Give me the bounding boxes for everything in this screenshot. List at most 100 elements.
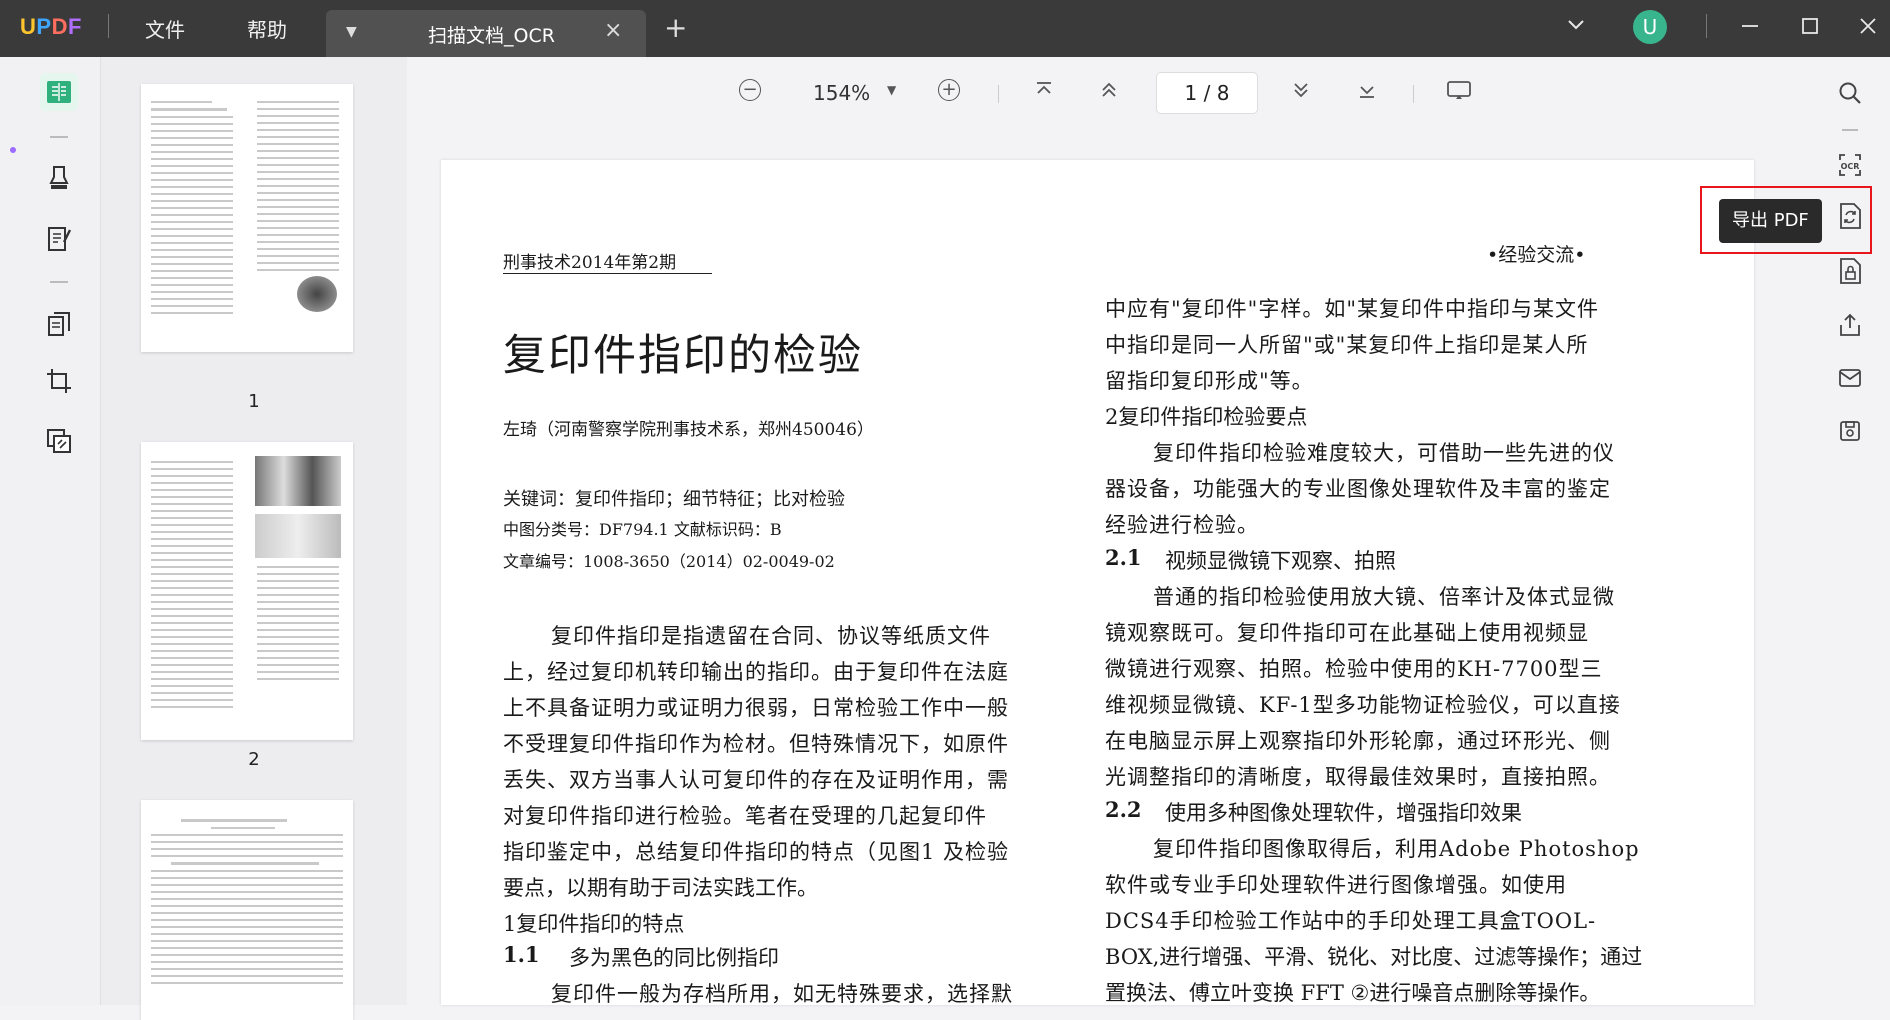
ocr-icon[interactable]: OCR: [1836, 151, 1864, 179]
section-heading: 视频显微镜下观察、拍照: [1165, 549, 1396, 573]
thumbnail-label: 2: [248, 749, 260, 770]
section-heading: 1复印件指印的特点: [503, 912, 685, 936]
body-text-line: 维视频显微镜、KF-1型多功能物证检验仪，可以直接: [1105, 693, 1621, 717]
tab-close-icon[interactable]: ×: [604, 18, 622, 43]
body-text-line: 经验进行检验。: [1105, 513, 1259, 537]
body-text-line: 复印件指印检验难度较大，可借助一些先进的仪: [1153, 441, 1615, 465]
toolbar-divider: [50, 136, 68, 138]
close-window-icon[interactable]: [1858, 16, 1878, 41]
next-page-icon[interactable]: [1290, 79, 1312, 106]
logo-letter: U: [20, 14, 37, 39]
section-number: 2.2: [1105, 797, 1142, 822]
body-text-line: 器设备，功能强大的专业图像处理软件及丰富的鉴定: [1105, 477, 1611, 501]
body-text-line: 留指印复印形成"等。: [1105, 369, 1314, 393]
document-tab[interactable]: ▼ 扫描文档_OCR ×: [326, 10, 646, 57]
minimize-icon[interactable]: [1740, 16, 1760, 41]
body-text-line: 上不具备证明力或证明力很弱，日常检验工作中一般: [503, 696, 1009, 720]
zoom-dropdown-icon[interactable]: ▼: [887, 83, 896, 97]
body-text-line: DCS4手印检验工作站中的手印处理工具盒TOOL-: [1105, 909, 1597, 933]
section-number: 1.1: [503, 942, 540, 967]
body-text-line: 软件或专业手印处理软件进行图像增强。如使用: [1105, 873, 1567, 897]
body-text-line: 普通的指印检验使用放大镜、倍率计及体式显微: [1153, 585, 1615, 609]
article-number: 文章编号：1008-3650（2014）02-0049-02: [503, 552, 835, 571]
section-number: 2.1: [1105, 545, 1142, 570]
pdf-page: 刑事技术2014年第2期 •经验交流• 复印件指印的检验 左琦（河南警察学院刑事…: [441, 160, 1754, 1006]
edit-pdf-icon[interactable]: [40, 220, 78, 258]
body-text-line: 不受理复印件指印作为检材。但特殊情况下，如原件: [503, 732, 1009, 756]
logo-letter: F: [67, 14, 82, 39]
zoom-out-icon[interactable]: −: [739, 79, 761, 101]
search-icon[interactable]: [1836, 79, 1864, 107]
logo-letter: D: [51, 14, 68, 39]
thumbnail-panel: 1 2: [101, 57, 407, 1020]
body-text-line: 在电脑显示屏上观察指印外形轮廓，通过环形光、侧: [1105, 729, 1611, 753]
reader-mode-icon[interactable]: [40, 73, 78, 111]
left-toolbar: [0, 57, 101, 1005]
new-tab-icon[interactable]: +: [664, 14, 687, 42]
section-heading: 使用多种图像处理软件，增强指印效果: [1165, 801, 1522, 825]
title-separator: [108, 14, 109, 38]
body-text-line: 镜观察既可。复印件指印可在此基础上使用视频显: [1105, 621, 1589, 645]
tab-dropdown-icon[interactable]: ▼: [346, 24, 357, 40]
menu-help[interactable]: 帮助: [247, 14, 287, 43]
thumbnail-label: 1: [248, 391, 260, 412]
comment-highlighter-icon[interactable]: [40, 159, 78, 197]
toolbar-divider: [1842, 129, 1858, 131]
body-text-line: 光调整指印的清晰度，取得最佳效果时，直接拍照。: [1105, 765, 1611, 789]
body-text-line: 丢失、双方当事人认可复印件的存在及证明作用，需: [503, 768, 1009, 792]
page-tools-icon[interactable]: [40, 422, 78, 460]
body-text-line: 上，经过复印机转印输出的指印。由于复印件在法庭: [503, 660, 1009, 684]
avatar[interactable]: U: [1633, 10, 1667, 44]
tab-title: 扫描文档_OCR: [428, 25, 555, 47]
journal-header: 刑事技术2014年第2期: [503, 248, 713, 274]
title-bar: UPDF 文件 帮助 ▼ 扫描文档_OCR × + U: [0, 0, 1890, 57]
section-heading: 2复印件指印检验要点: [1105, 405, 1308, 429]
article-keywords: 关键词：复印件指印；细节特征；比对检验: [503, 489, 845, 510]
zoom-in-icon[interactable]: +: [938, 79, 960, 101]
body-text-line: 置换法、傅立叶变换 FFT ②进行噪音点删除等操作。: [1105, 981, 1601, 1005]
app-logo: UPDF: [20, 14, 82, 40]
body-text-line: 复印件一般为存档所用，如无特殊要求，选择默: [551, 982, 1013, 1006]
section-heading: 多为黑色的同比例指印: [569, 946, 779, 970]
share-icon[interactable]: [1836, 311, 1864, 339]
active-indicator: [10, 147, 16, 153]
body-text-line: 微镜进行观察、拍照。检验中使用的KH-7700型三: [1105, 657, 1603, 681]
organize-pages-icon[interactable]: [40, 305, 78, 343]
toolbar-divider: [50, 281, 68, 283]
body-text-line: 中指印是同一人所留"或"某复印件上指印是某人所: [1105, 333, 1589, 357]
chevron-down-icon[interactable]: [1566, 14, 1586, 39]
presentation-icon[interactable]: [1446, 79, 1472, 108]
article-author: 左琦（河南警察学院刑事技术系，郑州450046）: [503, 420, 874, 440]
article-classification: 中图分类号：DF794.1 文献标识码：B: [503, 520, 782, 539]
menu-file[interactable]: 文件: [145, 14, 185, 43]
email-icon[interactable]: [1836, 364, 1864, 392]
last-page-icon[interactable]: [1356, 79, 1378, 106]
body-text-line: 要点，以期有助于司法实践工作。: [503, 876, 818, 900]
body-text-line: 复印件指印图像取得后，利用Adobe Photoshop: [1153, 837, 1640, 861]
page-number-input[interactable]: 1 / 8: [1156, 72, 1258, 114]
view-toolbar: − 154% ▼ + 1 / 8: [408, 57, 1808, 135]
page-thumbnail[interactable]: [141, 84, 353, 352]
protect-pdf-icon[interactable]: [1836, 257, 1864, 285]
first-page-icon[interactable]: [1033, 79, 1055, 106]
logo-letter: P: [36, 14, 52, 39]
title-separator: [1706, 14, 1707, 38]
zoom-level[interactable]: 154%: [813, 81, 870, 105]
article-title: 复印件指印的检验: [503, 331, 863, 381]
previous-page-icon[interactable]: [1098, 79, 1120, 106]
body-text-line: 对复印件指印进行检验。笔者在受理的几起复印件: [503, 804, 987, 828]
toolbar-divider: [1413, 85, 1414, 103]
maximize-icon[interactable]: [1800, 16, 1820, 41]
body-text-line: 中应有"复印件"字样。如"某复印件中指印与某文件: [1105, 297, 1599, 321]
body-text-line: 指印鉴定中，总结复印件指印的特点（见图1 及检验: [503, 840, 1010, 864]
save-icon[interactable]: [1836, 417, 1864, 445]
crop-pages-icon[interactable]: [40, 362, 78, 400]
body-text-line: BOX,进行增强、平滑、锐化、对比度、过滤等操作；通过: [1105, 945, 1643, 969]
svg-text:OCR: OCR: [1841, 162, 1860, 171]
page-thumbnail[interactable]: [141, 442, 353, 740]
page-thumbnail[interactable]: [141, 800, 353, 1020]
toolbar-divider: [998, 85, 999, 103]
highlight-box: [1700, 186, 1872, 254]
section-header: •经验交流•: [1487, 244, 1586, 266]
body-text-line: 复印件指印是指遗留在合同、协议等纸质文件: [551, 624, 991, 648]
